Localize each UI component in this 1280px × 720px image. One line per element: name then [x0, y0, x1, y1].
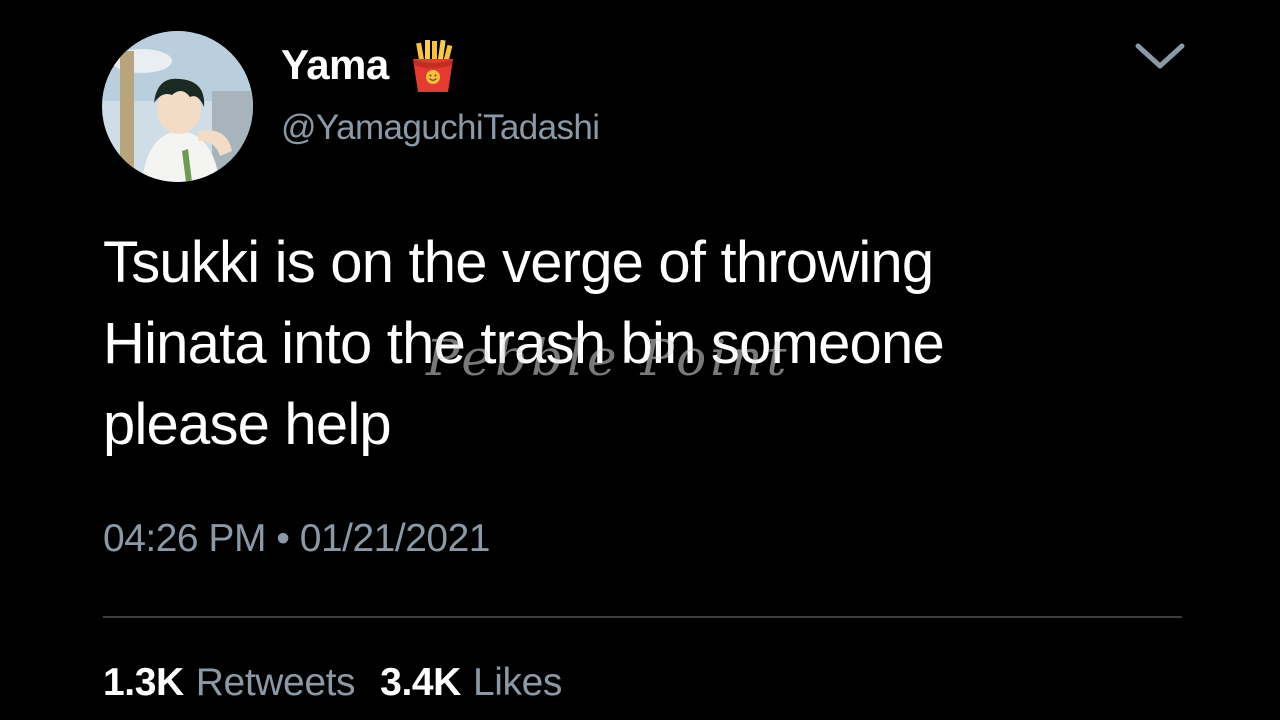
- tweet-text-line: Tsukki is on the verge of throwing: [103, 230, 934, 295]
- retweets-count: 1.3K: [103, 661, 184, 704]
- tweet-time: 04:26 PM: [103, 517, 266, 560]
- user-handle[interactable]: @YamaguchiTadashi: [281, 107, 600, 149]
- likes-label: Likes: [472, 661, 562, 704]
- retweets-label: Retweets: [195, 661, 356, 704]
- retweets-stat[interactable]: 1.3K Retweets: [103, 658, 368, 708]
- chevron-down-icon[interactable]: [1132, 38, 1188, 74]
- avatar[interactable]: [102, 31, 253, 182]
- tweet-timestamp[interactable]: 04:26 PM • 01/21/2021: [103, 516, 490, 562]
- tweet-text-line: Hinata into the trash bin someone: [103, 311, 945, 376]
- divider: [103, 616, 1182, 618]
- tweet-text: Tsukki is on the verge of throwing Hinat…: [103, 222, 1163, 465]
- tweet-stats: 1.3K Retweets 3.4K Likes: [103, 658, 575, 708]
- timestamp-separator: •: [276, 517, 290, 560]
- likes-stat[interactable]: 3.4K Likes: [380, 658, 575, 708]
- avatar-image: [102, 31, 253, 182]
- tweet-date: 01/21/2021: [299, 517, 491, 560]
- tweet-text-line: please help: [103, 392, 392, 457]
- display-name[interactable]: Yama: [281, 40, 389, 90]
- fries-emoji-icon: [413, 39, 453, 92]
- likes-count: 3.4K: [380, 661, 461, 704]
- tweet-card: Yama @YamaguchiTadashi Tsukki is on the …: [0, 0, 1280, 720]
